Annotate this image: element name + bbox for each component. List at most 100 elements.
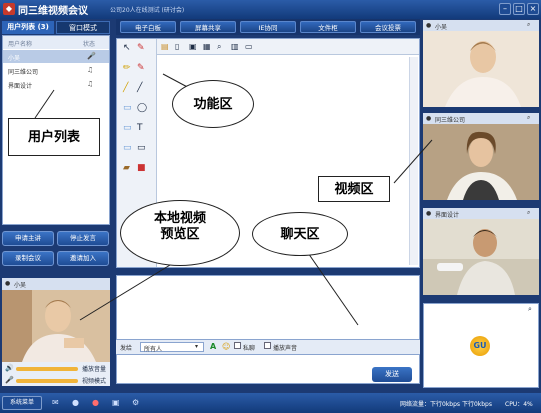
new-icon[interactable]: ▯ <box>175 42 179 51</box>
pointer-icon[interactable]: ↖ <box>123 43 131 53</box>
empty-video-slot[interactable]: ⌕ GU <box>423 303 539 388</box>
video-feed[interactable] <box>423 31 539 107</box>
record-icon[interactable]: ● <box>92 398 99 407</box>
callout-local-preview: 本地视频 预览区 <box>120 200 240 266</box>
chat-history <box>116 275 420 340</box>
grid-icon[interactable]: ▥ <box>231 42 239 51</box>
mic-icon: 🎤 <box>87 52 96 60</box>
send-button[interactable]: 发送 <box>372 367 412 382</box>
menu-whiteboard[interactable]: 电子白板 <box>120 21 176 33</box>
layout-icon[interactable]: ▭ <box>245 42 253 51</box>
send-to-label: 发给 <box>120 345 133 352</box>
save-icon[interactable]: ▣ <box>189 42 197 51</box>
person-icon: ● <box>5 280 11 287</box>
user-name: 界面设计 <box>8 83 33 90</box>
menu-ie-cobrowse[interactable]: IE协同 <box>240 21 296 33</box>
person-icon: ● <box>426 22 432 29</box>
mail-icon[interactable]: ✉ <box>52 398 59 407</box>
lock-icon[interactable]: ▣ <box>112 398 120 407</box>
close-icon[interactable]: × <box>527 3 539 15</box>
whiteboard-icon-bar: ▤ ▯ ▣ ▦ ⌕ ▥ ▭ <box>157 39 419 55</box>
system-menu-button[interactable]: 系统菜单 <box>2 396 42 410</box>
tab-window-mode[interactable]: 窗口模式 <box>56 21 110 34</box>
pencil-icon[interactable]: ✏ <box>123 63 131 73</box>
app-logo-icon: ◆ <box>3 3 15 15</box>
invite-button[interactable]: 邀请加入 <box>57 251 109 266</box>
zoom-icon[interactable]: ⌕ <box>527 21 530 29</box>
play-sound-checkbox[interactable] <box>264 342 271 349</box>
maximize-icon[interactable]: □ <box>513 3 525 15</box>
headset-icon: ♫ <box>87 66 94 74</box>
private-chat-label: 私聊 <box>243 345 256 352</box>
line-icon[interactable]: ╱ <box>123 83 128 93</box>
font-icon[interactable]: A <box>210 342 216 351</box>
app-title: 同三维视频会议 <box>18 6 88 17</box>
apply-host-button[interactable]: 申请主讲 <box>2 231 54 246</box>
text-icon[interactable]: T <box>137 123 143 133</box>
video-label: 小吴 <box>435 24 448 31</box>
rectangle-icon[interactable]: ▭ <box>123 123 132 133</box>
chat-options-bar: 发给 所有人 ▾ A ☺ 私聊 播放声音 <box>116 340 420 354</box>
play-sound-label: 播放声音 <box>273 345 298 352</box>
video-header: ● 界面设计 ⌕ <box>423 208 539 219</box>
mic-icon: 🎤 <box>5 376 14 384</box>
headset-icon: ♫ <box>87 80 94 88</box>
user-row[interactable]: 界面设计 ♫ <box>3 78 109 91</box>
open-icon[interactable]: ▤ <box>161 42 169 51</box>
callout-local-preview-line1: 本地视频 <box>153 211 206 226</box>
emoticon-icon[interactable]: ☺ <box>222 342 230 351</box>
rectangle-icon[interactable]: ▭ <box>123 103 132 113</box>
mic-volume-slider[interactable] <box>16 379 78 383</box>
volume-controls: 🔊 播放音量 🎤 视频模式 <box>2 362 110 386</box>
callout-function-area: 功能区 <box>172 80 254 128</box>
cpu-usage: CPU：4% <box>505 401 533 408</box>
tab-user-list[interactable]: 用户列表 (3) <box>2 21 54 34</box>
user-row[interactable]: 小吴 🎤 <box>3 50 109 63</box>
menu-vote[interactable]: 会议投票 <box>360 21 416 33</box>
playback-volume-slider[interactable] <box>16 367 78 371</box>
user-name: 同三维公司 <box>8 69 39 76</box>
zoom-icon[interactable]: ⌕ <box>527 114 530 122</box>
recipient-select[interactable]: 所有人 ▾ <box>140 342 204 353</box>
rectangle-icon[interactable]: ▭ <box>137 143 146 153</box>
video-header: ● 同三维公司 ⌕ <box>423 113 539 124</box>
callout-chat-area: 聊天区 <box>252 212 348 256</box>
menu-file-cabinet[interactable]: 文件柜 <box>300 21 356 33</box>
person-icon: ● <box>426 210 432 217</box>
local-video-image <box>2 290 110 362</box>
callout-local-preview-line2: 预览区 <box>160 227 200 242</box>
minimize-icon[interactable]: – <box>499 3 511 15</box>
menu-screen-share[interactable]: 屏幕共享 <box>180 21 236 33</box>
print-icon[interactable]: ▦ <box>203 42 211 51</box>
private-chat-checkbox[interactable] <box>234 342 241 349</box>
video-feed[interactable] <box>423 124 539 200</box>
recipient-value: 所有人 <box>144 346 163 353</box>
camera-icon[interactable]: ● <box>72 398 79 407</box>
video-image <box>423 31 539 107</box>
speaker-icon: 🔊 <box>5 364 14 372</box>
settings-icon[interactable]: ⚙ <box>132 398 139 407</box>
ellipse-icon[interactable]: ◯ <box>137 103 147 113</box>
person-icon: ● <box>426 115 432 122</box>
title-bar: ◆ 同三维视频会议 公司20人在线测试 (研讨会) – □ × <box>0 0 541 19</box>
left-column: 用户列表 (3) 窗口模式 用户名称 状态 小吴 🎤 同三维公司 ♫ 界面设计 … <box>0 19 113 393</box>
clear-icon[interactable]: ■ <box>137 163 146 173</box>
pen-icon[interactable]: ✎ <box>137 63 145 73</box>
play-volume-label: 播放音量 <box>82 366 107 373</box>
zoom-icon[interactable]: ⌕ <box>527 209 530 217</box>
brand-logo-icon: GU <box>470 336 490 356</box>
eraser-icon[interactable]: ✎ <box>137 43 145 53</box>
record-meeting-button[interactable]: 录制会议 <box>2 251 54 266</box>
video-feed[interactable] <box>423 219 539 295</box>
line-icon[interactable]: ╱ <box>137 83 142 93</box>
callout-video-area: 视频区 <box>318 176 390 202</box>
rectangle-icon[interactable]: ▭ <box>123 143 132 153</box>
callout-user-list: 用户列表 <box>8 118 100 156</box>
zoom-icon[interactable]: ⌕ <box>528 305 532 314</box>
user-list-header: 用户名称 状态 <box>3 36 109 49</box>
stop-speaking-button[interactable]: 停止发言 <box>57 231 109 246</box>
brush-icon[interactable]: ▰ <box>123 163 130 173</box>
whiteboard-scrollbar[interactable] <box>409 57 418 265</box>
zoom-icon[interactable]: ⌕ <box>217 42 221 52</box>
user-row[interactable]: 同三维公司 ♫ <box>3 64 109 77</box>
